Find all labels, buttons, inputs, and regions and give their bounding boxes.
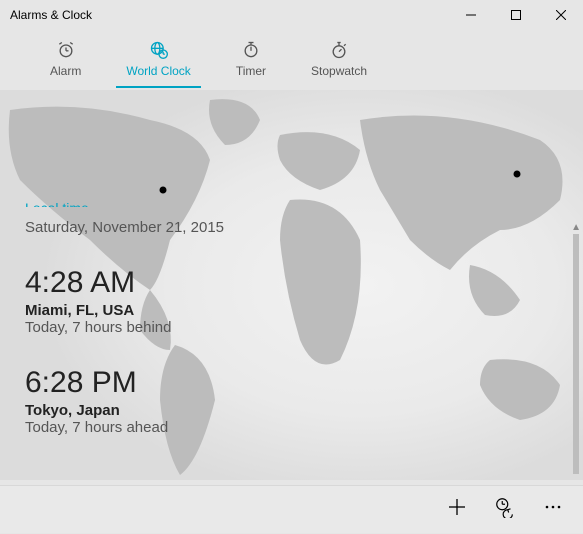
clock-location: Miami, FL, USA: [25, 302, 553, 319]
clock-offset: Today, 7 hours ahead: [25, 419, 553, 436]
clock-entry[interactable]: 4:28 AM Miami, FL, USA Today, 7 hours be…: [25, 266, 553, 336]
clock-time: 4:28 AM: [25, 266, 553, 300]
plus-icon: [447, 497, 467, 522]
local-time-label: Local time: [25, 200, 553, 207]
clock-offset: Today, 7 hours behind: [25, 319, 553, 336]
tab-bar: Alarm World Clock Timer Stopwatch: [0, 30, 583, 90]
scrollbar-thumb[interactable]: [573, 234, 579, 474]
local-time-date: Saturday, November 21, 2015: [25, 219, 553, 236]
ellipsis-icon: [544, 498, 562, 521]
map-pin-miami: [160, 187, 167, 194]
convert-clock-icon: [494, 496, 516, 523]
tab-timer[interactable]: Timer: [236, 40, 266, 88]
compare-time-button[interactable]: [481, 486, 529, 534]
command-bar: [0, 485, 583, 533]
stopwatch-icon: [329, 40, 349, 60]
world-map[interactable]: Local time Saturday, November 21, 2015 4…: [0, 90, 583, 480]
scroll-up-arrow-icon[interactable]: ▲: [571, 222, 581, 233]
local-time-entry[interactable]: Local time Saturday, November 21, 2015: [25, 210, 553, 236]
window-controls: [448, 0, 583, 30]
timer-icon: [241, 40, 261, 60]
more-button[interactable]: [529, 486, 577, 534]
clock-entry[interactable]: 6:28 PM Tokyo, Japan Today, 7 hours ahea…: [25, 366, 553, 436]
tab-label: Stopwatch: [311, 64, 367, 78]
maximize-button[interactable]: [493, 0, 538, 30]
tab-world-clock[interactable]: World Clock: [126, 40, 190, 88]
tab-label: World Clock: [126, 64, 190, 78]
clock-list: Local time Saturday, November 21, 2015 4…: [25, 210, 553, 466]
titlebar: Alarms & Clock: [0, 0, 583, 30]
add-clock-button[interactable]: [433, 486, 481, 534]
tab-label: Timer: [236, 64, 266, 78]
world-clock-icon: [149, 40, 169, 60]
minimize-button[interactable]: [448, 0, 493, 30]
close-button[interactable]: [538, 0, 583, 30]
map-pin-tokyo: [514, 171, 521, 178]
clock-location: Tokyo, Japan: [25, 402, 553, 419]
tab-stopwatch[interactable]: Stopwatch: [311, 40, 367, 88]
tab-label: Alarm: [50, 64, 81, 78]
alarm-icon: [56, 40, 76, 60]
clock-time: 6:28 PM: [25, 366, 553, 400]
tab-alarm[interactable]: Alarm: [50, 40, 81, 88]
window-title: Alarms & Clock: [10, 8, 92, 22]
